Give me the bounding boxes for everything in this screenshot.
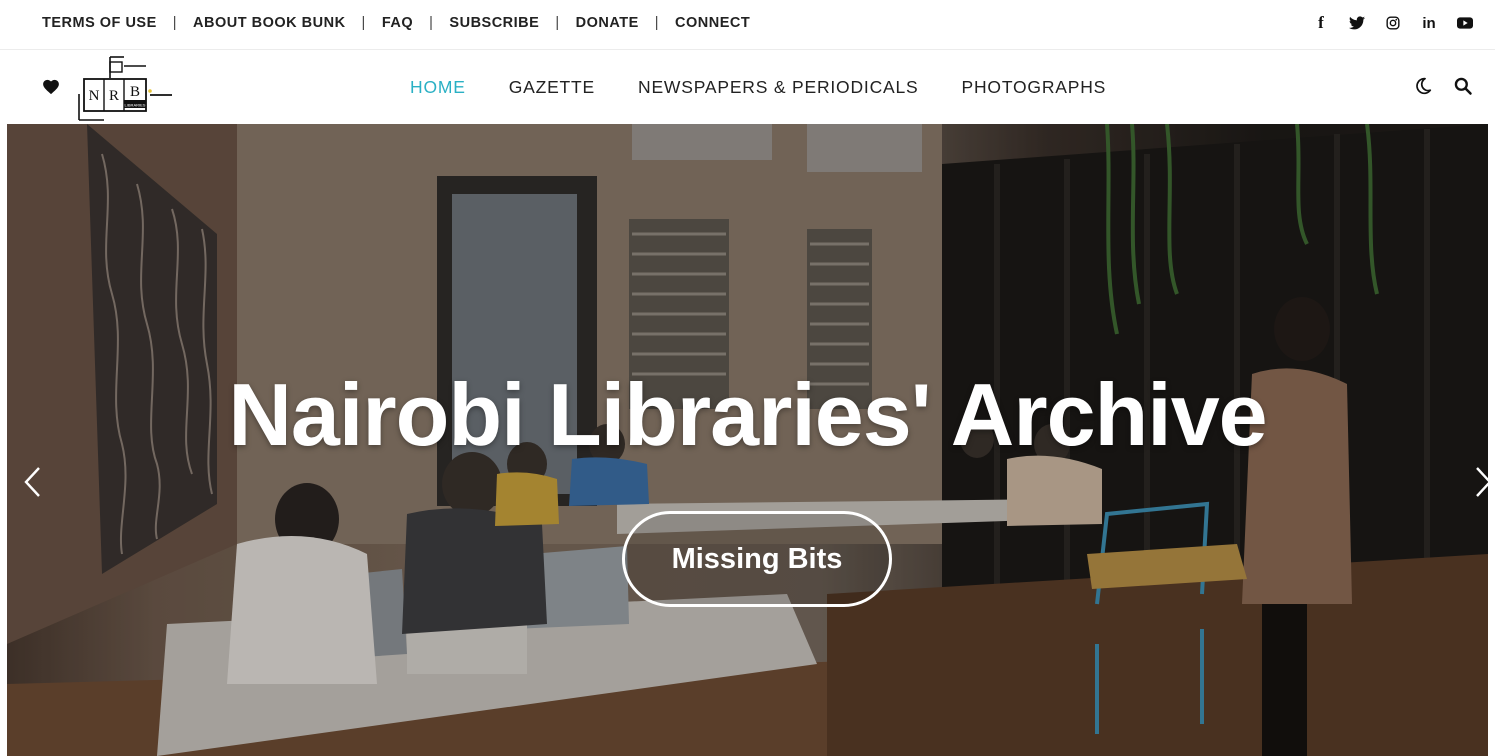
chevron-left-icon[interactable] [22, 464, 44, 500]
chevron-right-icon[interactable] [1472, 464, 1488, 500]
social-links: f in [1313, 0, 1473, 46]
top-links: TERMS OF USE | ABOUT BOOK BUNK | FAQ | S… [42, 0, 750, 46]
instagram-icon[interactable] [1385, 15, 1401, 31]
heart-icon[interactable] [42, 78, 60, 96]
main-navbar: N R B LIBRARIES HOME GAZETTE NEWSPAPERS … [0, 51, 1495, 123]
separator: | [654, 15, 660, 31]
nav-item-gazette[interactable]: GAZETTE [509, 77, 595, 98]
nav-item-photographs[interactable]: PHOTOGRAPHS [962, 77, 1107, 98]
logo-caption: LIBRARIES [125, 103, 146, 108]
separator: | [361, 15, 366, 31]
logo-letter-b: B [130, 84, 140, 100]
subscribe-link[interactable]: SUBSCRIBE [449, 15, 539, 31]
primary-menu: HOME GAZETTE NEWSPAPERS & PERIODICALS PH… [410, 51, 1106, 123]
hero-slider: Nairobi Libraries' Archive Missing Bits [7, 124, 1488, 756]
nav-item-newspapers-periodicals[interactable]: NEWSPAPERS & PERIODICALS [638, 77, 918, 98]
separator: | [429, 15, 434, 31]
top-utility-bar: TERMS OF USE | ABOUT BOOK BUNK | FAQ | S… [0, 0, 1495, 50]
nav-item-home[interactable]: HOME [410, 77, 466, 98]
hero-title: Nairobi Libraries' Archive [228, 365, 1267, 464]
nrb-libraries-logo[interactable]: N R B LIBRARIES [76, 54, 176, 122]
missing-bits-button[interactable]: Missing Bits [622, 511, 892, 607]
linkedin-icon[interactable]: in [1421, 15, 1437, 32]
facebook-icon[interactable]: f [1313, 13, 1329, 32]
donate-link[interactable]: DONATE [576, 15, 639, 31]
logo-letter-n: N [89, 88, 100, 104]
faq-link[interactable]: FAQ [382, 15, 413, 31]
nav-utility-icons [1413, 76, 1473, 96]
separator: | [555, 15, 560, 31]
youtube-icon[interactable] [1457, 15, 1473, 31]
logo-letter-r: R [109, 88, 119, 104]
dark-mode-moon-icon[interactable] [1413, 76, 1433, 96]
separator: | [172, 15, 178, 31]
connect-link[interactable]: CONNECT [675, 15, 750, 31]
search-icon[interactable] [1453, 76, 1473, 96]
terms-of-use-link[interactable]: TERMS OF USE [42, 15, 157, 31]
twitter-icon[interactable] [1349, 15, 1365, 31]
about-book-bunk-link[interactable]: ABOUT BOOK BUNK [193, 15, 346, 31]
